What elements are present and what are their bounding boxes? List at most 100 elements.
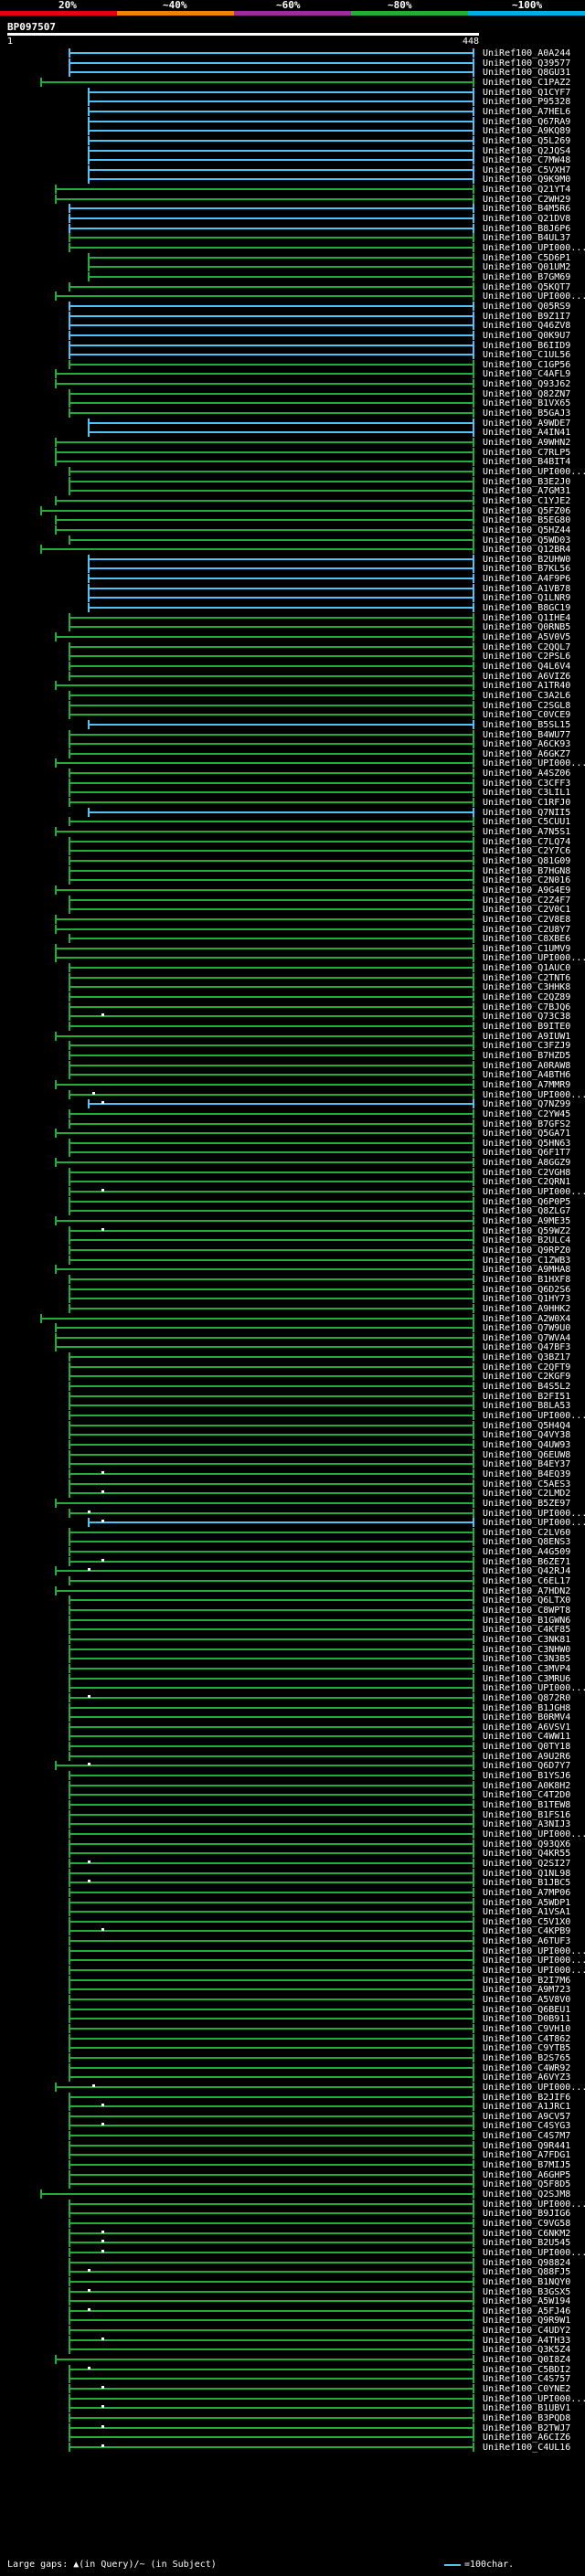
hit-link[interactable]: UniRef100_Q39577	[483, 58, 570, 69]
hit-link[interactable]: UniRef100_B1JBC5	[483, 1878, 570, 1888]
hit-link[interactable]: UniRef100_C0YNE2	[483, 2384, 570, 2394]
hit-link[interactable]: UniRef100_C2V0C1	[483, 905, 570, 915]
hit-link[interactable]: UniRef100_C2QQL7	[483, 642, 570, 652]
hit-link[interactable]: UniRef100_Q88FJ5	[483, 2267, 570, 2277]
hit-link[interactable]: UniRef100_A7N5S1	[483, 827, 570, 837]
hit-link[interactable]: UniRef100_B1UBV1	[483, 2403, 570, 2413]
hit-link[interactable]: UniRef100_Q7WVA4	[483, 1333, 570, 1343]
hit-link[interactable]: UniRef100_B5EG80	[483, 515, 570, 525]
hit-link[interactable]: UniRef100_C3NHW0	[483, 1645, 570, 1655]
hit-link[interactable]: UniRef100_Q82ZN7	[483, 389, 570, 399]
hit-link[interactable]: UniRef100_C4KF85	[483, 1625, 570, 1635]
hit-link[interactable]: UniRef100_C2TNT6	[483, 973, 570, 983]
hit-link[interactable]: UniRef100_B8J6P6	[483, 224, 570, 234]
hit-link[interactable]: UniRef100_C2QRN1	[483, 1177, 570, 1187]
hit-link[interactable]: UniRef100_Q21YT4	[483, 185, 570, 195]
hit-link[interactable]: UniRef100_B1TEW8	[483, 1800, 570, 1810]
hit-link[interactable]: UniRef100_C7RLP5	[483, 448, 570, 458]
hit-link[interactable]: UniRef100_Q5H4Q4	[483, 1421, 570, 1431]
hit-link[interactable]: UniRef100_UPI000...	[483, 1956, 585, 1966]
hit-link[interactable]: UniRef100_C7BJQ6	[483, 1002, 570, 1012]
hit-link[interactable]: UniRef100_C2LMD2	[483, 1489, 570, 1499]
hit-link[interactable]: UniRef100_B7GFS2	[483, 1119, 570, 1129]
hit-link[interactable]: UniRef100_B1GWN6	[483, 1616, 570, 1626]
hit-link[interactable]: UniRef100_C2Z4F7	[483, 896, 570, 906]
hit-link[interactable]: UniRef100_UPI000...	[483, 1683, 585, 1693]
hit-link[interactable]: UniRef100_C5D6P1	[483, 253, 570, 263]
hit-link[interactable]: UniRef100_UPI000...	[483, 1518, 585, 1528]
hit-link[interactable]: UniRef100_C2LV60	[483, 1528, 570, 1538]
hit-link[interactable]: UniRef100_C1YJE2	[483, 496, 570, 506]
hit-link[interactable]: UniRef100_C2QFT9	[483, 1362, 570, 1373]
hit-link[interactable]: UniRef100_Q1IHE4	[483, 613, 570, 623]
hit-link[interactable]: UniRef100_D0B911	[483, 2014, 570, 2024]
hit-link[interactable]: UniRef100_A9IUW1	[483, 1032, 570, 1042]
hit-link[interactable]: UniRef100_UPI000...	[483, 1187, 585, 1197]
hit-link[interactable]: UniRef100_Q73C38	[483, 1012, 570, 1022]
hit-link[interactable]: UniRef100_C2VGH8	[483, 1168, 570, 1178]
hit-link[interactable]: UniRef100_UPI000...	[483, 467, 585, 477]
hit-link[interactable]: UniRef100_B8LA53	[483, 1401, 570, 1411]
hit-link[interactable]: UniRef100_B4UL37	[483, 233, 570, 243]
hit-link[interactable]: UniRef100_Q6P0P5	[483, 1197, 570, 1207]
hit-link[interactable]: UniRef100_UPI000...	[483, 1829, 585, 1839]
hit-link[interactable]: UniRef100_Q81G09	[483, 856, 570, 866]
hit-link[interactable]: UniRef100_B4WU77	[483, 730, 570, 740]
hit-link[interactable]: UniRef100_Q3BZ17	[483, 1352, 570, 1362]
hit-link[interactable]: UniRef100_Q6LTX0	[483, 1595, 570, 1606]
hit-link[interactable]: UniRef100_A6VYZ3	[483, 2072, 570, 2083]
hit-link[interactable]: UniRef100_A9MHA8	[483, 1265, 570, 1275]
hit-link[interactable]: UniRef100_A1VSA1	[483, 1907, 570, 1917]
hit-link[interactable]: UniRef100_Q1HY73	[483, 1294, 570, 1304]
hit-link[interactable]: UniRef100_A6VSV1	[483, 1723, 570, 1733]
hit-link[interactable]: UniRef100_Q5HN63	[483, 1139, 570, 1149]
hit-link[interactable]: UniRef100_Q93QX6	[483, 1839, 570, 1850]
hit-link[interactable]: UniRef100_Q21DV8	[483, 214, 570, 224]
hit-link[interactable]: UniRef100_C1UMV9	[483, 944, 570, 954]
hit-link[interactable]: UniRef100_Q2JQS4	[483, 146, 570, 156]
hit-link[interactable]: UniRef100_A9G4E9	[483, 885, 570, 896]
hit-link[interactable]: UniRef100_UPI000...	[483, 1966, 585, 1976]
hit-link[interactable]: UniRef100_A5V0V5	[483, 632, 570, 642]
hit-link[interactable]: UniRef100_C4T862	[483, 2034, 570, 2044]
hit-link[interactable]: UniRef100_Q6D2S6	[483, 1285, 570, 1295]
hit-link[interactable]: UniRef100_B3E2J0	[483, 477, 570, 487]
hit-link[interactable]: UniRef100_Q9RPZ0	[483, 1246, 570, 1256]
hit-link[interactable]: UniRef100_Q1CYF7	[483, 88, 570, 98]
hit-link[interactable]: UniRef100_C7LQ74	[483, 837, 570, 847]
hit-link[interactable]: UniRef100_A6GHP5	[483, 2170, 570, 2180]
hit-link[interactable]: UniRef100_C9VH10	[483, 2024, 570, 2034]
hit-link[interactable]: UniRef100_Q4L6V4	[483, 662, 570, 672]
hit-link[interactable]: UniRef100_A0RAW8	[483, 1061, 570, 1071]
hit-link[interactable]: UniRef100_A6TUF3	[483, 1936, 570, 1946]
hit-link[interactable]: UniRef100_B9JIG6	[483, 2209, 570, 2219]
hit-link[interactable]: UniRef100_A7FDG1	[483, 2150, 570, 2160]
hit-link[interactable]: UniRef100_Q12BR4	[483, 545, 570, 555]
hit-link[interactable]: UniRef100_A1JRC1	[483, 2102, 570, 2112]
hit-link[interactable]: UniRef100_Q5HZ44	[483, 525, 570, 535]
hit-link[interactable]: UniRef100_UPI000...	[483, 953, 585, 963]
hit-link[interactable]: UniRef100_B1JGH8	[483, 1703, 570, 1713]
hit-link[interactable]: UniRef100_Q8GU31	[483, 68, 570, 78]
hit-link[interactable]: UniRef100_Q42RJ4	[483, 1566, 570, 1576]
hit-link[interactable]: UniRef100_B7GM69	[483, 272, 570, 282]
hit-link[interactable]: UniRef100_B8GC19	[483, 603, 570, 613]
hit-link[interactable]: UniRef100_C5VXH7	[483, 165, 570, 175]
hit-link[interactable]: UniRef100_Q67RA9	[483, 117, 570, 127]
hit-link[interactable]: UniRef100_Q0RNB5	[483, 622, 570, 632]
hit-link[interactable]: UniRef100_A5W194	[483, 2296, 570, 2306]
hit-link[interactable]: UniRef100_A0A244	[483, 48, 570, 58]
hit-link[interactable]: UniRef100_B9Z1I7	[483, 312, 570, 322]
hit-link[interactable]: UniRef100_Q4KR55	[483, 1849, 570, 1859]
hit-link[interactable]: UniRef100_B7MIJ5	[483, 2160, 570, 2170]
hit-link[interactable]: UniRef100_B7HZD5	[483, 1051, 570, 1061]
hit-link[interactable]: UniRef100_C5BDI2	[483, 2365, 570, 2375]
hit-link[interactable]: UniRef100_C8XBE6	[483, 934, 570, 944]
hit-link[interactable]: UniRef100_Q5FZ06	[483, 506, 570, 516]
hit-link[interactable]: UniRef100_A6CK93	[483, 739, 570, 749]
hit-link[interactable]: UniRef100_B1HXF8	[483, 1275, 570, 1285]
hit-link[interactable]: UniRef100_Q46ZV8	[483, 321, 570, 331]
hit-link[interactable]: UniRef100_A8GGZ9	[483, 1158, 570, 1168]
hit-link[interactable]: UniRef100_A0K8H2	[483, 1781, 570, 1791]
hit-link[interactable]: UniRef100_Q6F1T7	[483, 1148, 570, 1158]
